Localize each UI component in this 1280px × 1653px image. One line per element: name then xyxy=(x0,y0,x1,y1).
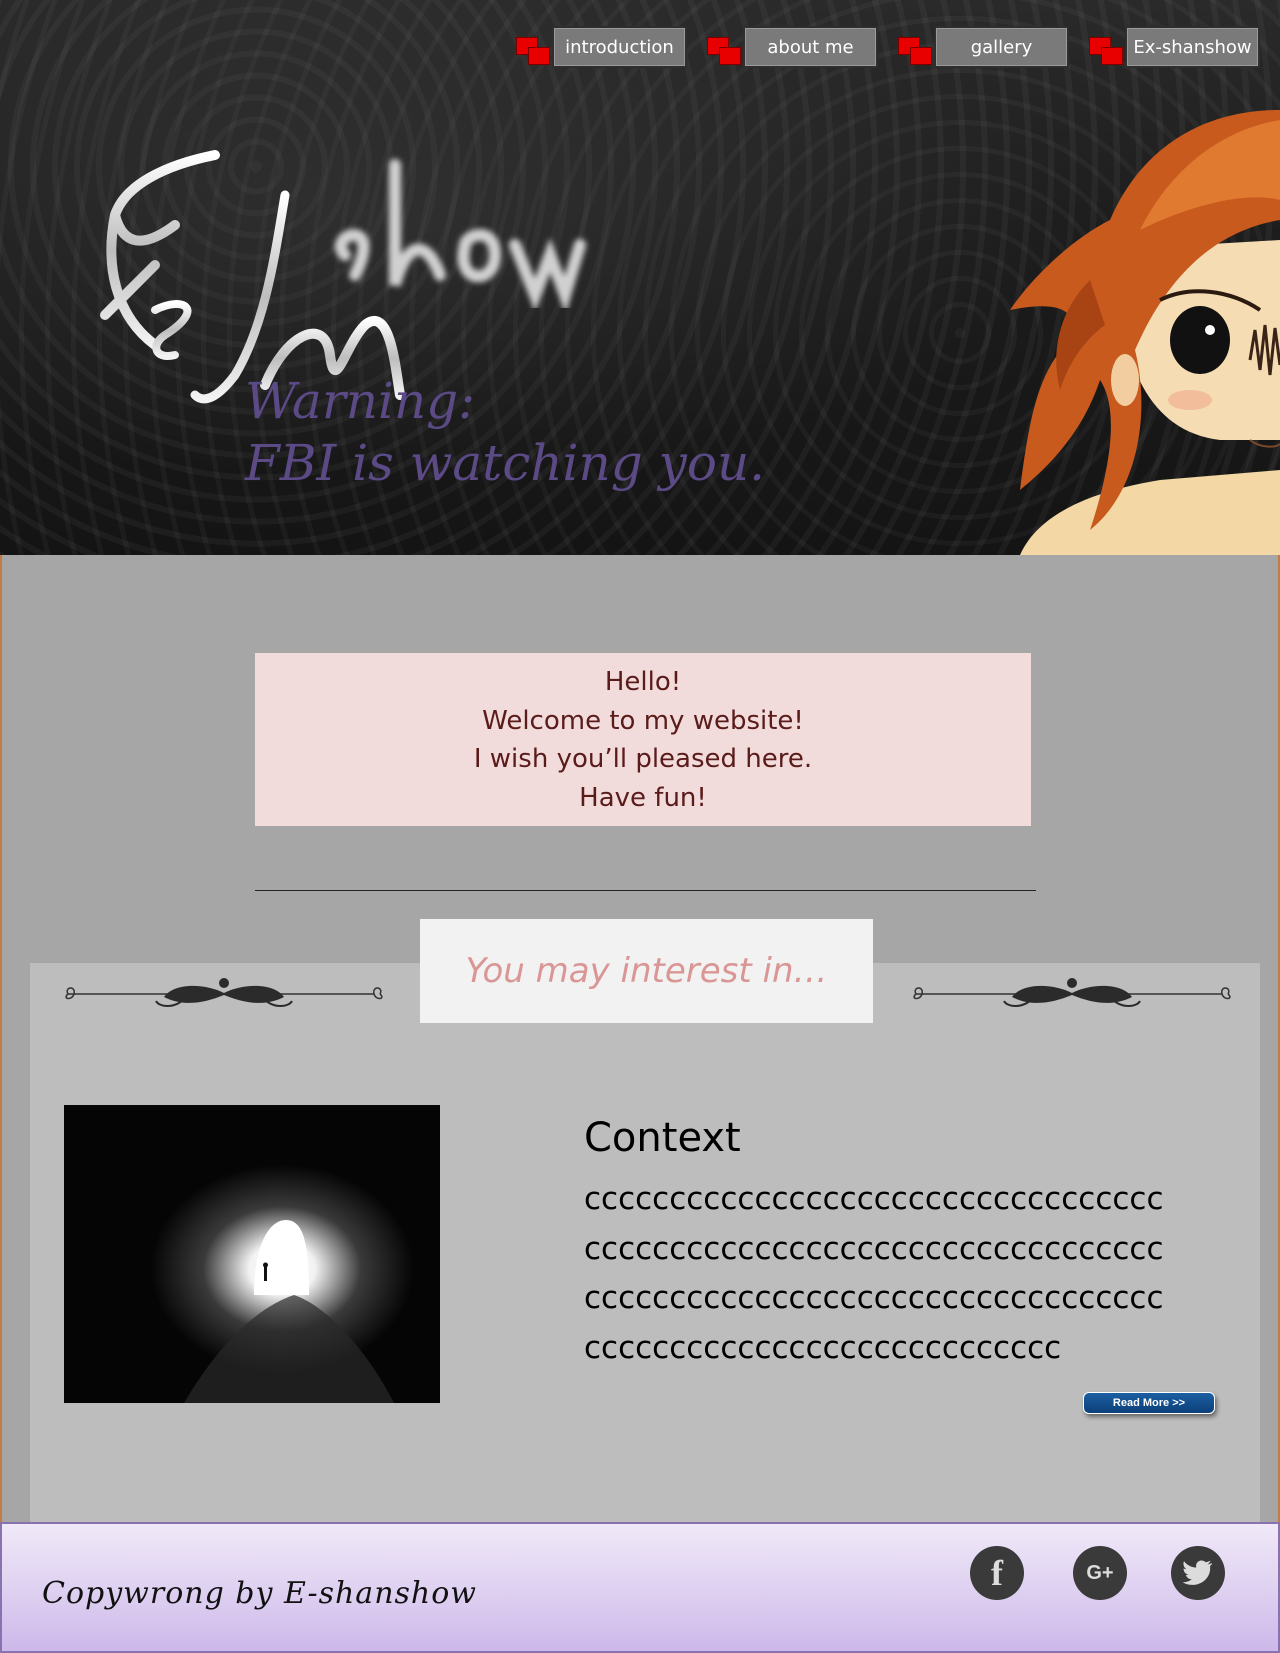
welcome-box: Hello! Welcome to my website! I wish you… xyxy=(255,653,1031,826)
welcome-line: Hello! xyxy=(604,667,682,697)
twitter-icon[interactable] xyxy=(1171,1546,1225,1600)
tunnel-photo[interactable] xyxy=(64,1105,440,1403)
main-content: Hello! Welcome to my website! I wish you… xyxy=(0,555,1280,1522)
context-body: cccccccccccccccccccccccccccccccccc ccccc… xyxy=(584,1175,1204,1373)
copyright-text: Copywrong by E-shanshow xyxy=(42,1576,477,1611)
facebook-icon[interactable]: f xyxy=(970,1546,1024,1600)
nav-item-introduction[interactable]: introduction xyxy=(514,26,687,68)
footer: Copywrong by E-shanshow f G+ xyxy=(0,1522,1280,1653)
ornament-flourish-icon xyxy=(913,978,1231,1007)
red-squares-icon xyxy=(705,29,743,65)
nav-item-ex-shanshow[interactable]: Ex-shanshow xyxy=(1087,26,1260,68)
context-line: cccccccccccccccccccccccccccccccccc xyxy=(584,1230,1164,1267)
welcome-line: I wish you’ll pleased here. xyxy=(473,744,813,774)
context-title: Context xyxy=(584,1115,741,1161)
red-squares-icon xyxy=(514,29,552,65)
warning-line-2: FBI is watching you. xyxy=(245,434,766,492)
ornament-flourish-icon xyxy=(65,978,383,1007)
red-squares-icon xyxy=(896,29,934,65)
welcome-line: Have fun! xyxy=(579,782,707,813)
welcome-line: Welcome to my website! xyxy=(482,705,804,736)
read-more-button[interactable]: Read More >> xyxy=(1083,1392,1215,1414)
nav-item-gallery[interactable]: gallery xyxy=(896,26,1069,68)
context-line: cccccccccccccccccccccccccccc xyxy=(584,1329,1062,1366)
google-plus-icon[interactable]: G+ xyxy=(1073,1546,1127,1600)
nav-button-ex-shanshow[interactable]: Ex-shanshow xyxy=(1125,26,1260,68)
context-line: cccccccccccccccccccccccccccccccccc xyxy=(584,1181,1164,1217)
section-divider xyxy=(255,890,1036,891)
red-squares-icon xyxy=(1087,29,1125,65)
nav-item-about-me[interactable]: about me xyxy=(705,26,878,68)
nav-button-introduction[interactable]: introduction xyxy=(552,26,687,68)
character-illustration xyxy=(1010,110,1280,555)
top-navigation: introduction about me gallery Ex-shansho… xyxy=(514,26,1260,68)
twitter-bird-glyph xyxy=(1183,1560,1212,1585)
interest-heading: You may interest in… xyxy=(420,919,873,1023)
nav-button-gallery[interactable]: gallery xyxy=(934,26,1069,68)
warning-text: Warning: FBI is watching you. xyxy=(245,370,765,494)
context-line: cccccccccccccccccccccccccccccccccc xyxy=(584,1280,1164,1316)
warning-line-1: Warning: xyxy=(245,372,476,430)
nav-button-about-me[interactable]: about me xyxy=(743,26,878,68)
header-banner: introduction about me gallery Ex-shansho… xyxy=(0,0,1280,555)
